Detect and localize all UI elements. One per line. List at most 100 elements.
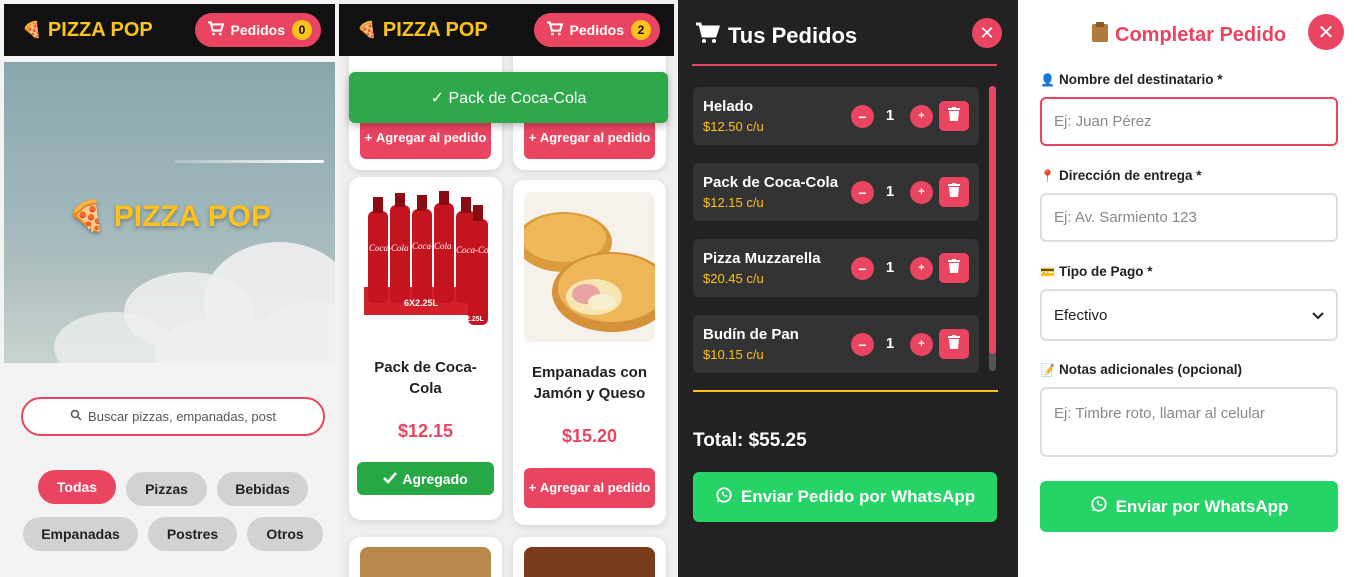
address-field-placeholder: Ej: Av. Sarmiento 123 [1054,209,1197,226]
product-name: Pack de Coca-Cola [374,359,477,397]
memo-icon: 📝 [1040,362,1055,377]
notes-field[interactable]: Ej: Timbre roto, llamar al celular [1040,387,1338,457]
brand-name: PIZZA POP [47,18,153,41]
cart-item-price: $20.45 c/u [703,271,764,286]
decrease-quantity-button[interactable]: − [851,181,874,204]
send-whatsapp-order-button[interactable]: Enviar Pedido por WhatsApp [693,472,997,522]
added-button[interactable]: Agregado [357,462,494,495]
cart-item-name: Pizza Muzzarella [703,250,821,267]
top-bar: 🍕 PIZZA POP Pedidos 2 [339,4,674,56]
product-image [360,547,491,577]
product-price: $12.15 [397,421,454,441]
search-placeholder: Buscar pizzas, empanadas, post [88,409,276,424]
trash-icon [948,334,960,354]
increase-quantity-button[interactable]: + [910,333,933,356]
minus-icon: − [858,184,867,201]
orders-button[interactable]: Pedidos 2 [533,13,660,47]
top-bar: 🍕 PIZZA POP Pedidos 0 [4,4,335,56]
category-chip-todas[interactable]: Todas [38,470,116,504]
send-whatsapp-button[interactable]: Enviar por WhatsApp [1040,481,1338,532]
add-to-order-button[interactable]: + Agregar al pedido [524,117,655,159]
cart-item-price: $12.15 c/u [703,195,764,210]
cart-item-price: $10.15 c/u [703,347,764,362]
divider [692,64,997,66]
pizza-slice-icon: 🍕 [68,200,106,233]
remove-item-button[interactable] [939,101,969,131]
plus-icon: + [918,110,925,122]
cart-item: Helado $12.50 c/u − 1 + [693,87,979,145]
cart-item: Pizza Muzzarella $20.45 c/u − 1 + [693,239,979,297]
check-icon [383,471,398,487]
bottle-brand-label: Coca-Cola [456,245,491,255]
category-chip-pizzas[interactable]: Pizzas [126,472,207,506]
plus-icon: + [528,480,540,495]
address-field[interactable]: Ej: Av. Sarmiento 123 [1040,193,1338,242]
category-chip-postres[interactable]: Postres [148,517,237,551]
hero-contrail [174,160,324,163]
close-icon: ✕ [979,22,995,43]
add-to-order-button[interactable]: + Agregar al pedido [360,117,491,159]
orders-button[interactable]: Pedidos 0 [194,13,321,47]
chevron-down-icon [1312,307,1324,324]
close-icon: ✕ [1317,21,1335,44]
plus-icon: + [918,338,925,350]
brand-logo[interactable]: 🍕 PIZZA POP [22,19,153,42]
whatsapp-icon [1090,495,1108,518]
cart-item-name: Pack de Coca-Cola [703,174,839,191]
orders-label: Pedidos [569,22,624,38]
cart-item: Pack de Coca-Cola $12.15 c/u − 1 + [693,163,979,221]
remove-item-button[interactable] [939,329,969,359]
increase-quantity-button[interactable]: + [910,257,933,280]
clipboard-icon [1091,21,1109,49]
minus-icon: − [858,108,867,125]
cart-icon [207,21,224,39]
orders-count-badge: 0 [292,20,312,40]
close-button[interactable]: ✕ [1308,14,1344,50]
product-price: $15.20 [561,426,618,446]
decrease-quantity-button[interactable]: − [851,333,874,356]
address-field-label: 📍 Dirección de entrega * [1040,168,1202,183]
product-card-empanadas: Empanadas con Jamón y Queso $15.20 + Agr… [513,180,666,525]
plus-icon: + [918,186,925,198]
remove-item-button[interactable] [939,253,969,283]
pin-icon: 📍 [1040,168,1055,183]
divider [693,390,998,392]
payment-type-select[interactable]: Efectivo [1040,289,1338,341]
increase-quantity-button[interactable]: + [910,105,933,128]
remove-item-button[interactable] [939,177,969,207]
bottle-brand-label: Coca-Cola [369,243,409,253]
orders-count-badge: 2 [631,20,651,40]
minus-icon: − [858,260,867,277]
product-image-coca-cola: Coca-Cola Coca-Cola Coca-Cola 6X2.25L 2.… [360,189,491,337]
credit-card-icon: 💳 [1040,264,1055,279]
orders-label: Pedidos [230,22,285,38]
notes-field-placeholder: Ej: Timbre roto, llamar al celular [1054,405,1265,422]
brand-logo[interactable]: 🍕 PIZZA POP [357,19,488,42]
cart-item-quantity: 1 [885,335,895,352]
add-to-order-button[interactable]: + Agregar al pedido [524,468,655,508]
trash-icon [948,106,960,126]
plus-icon: + [918,262,925,274]
drawer-title: Tus Pedidos [694,22,857,50]
cart-item-price: $12.50 c/u [703,119,764,134]
cart-item-quantity: 1 [885,259,895,276]
home-screen: 🍕 PIZZA POP Pedidos 0 🍕 PIZZA POP Buscar… [0,0,339,577]
search-input[interactable]: Buscar pizzas, empanadas, post [21,397,325,436]
decrease-quantity-button[interactable]: − [851,257,874,280]
category-chip-bebidas[interactable]: Bebidas [217,472,308,506]
cart-icon [694,22,721,50]
decrease-quantity-button[interactable]: − [851,105,874,128]
form-title: Completar Pedido [1091,21,1286,49]
scrollbar-thumb[interactable] [989,86,996,354]
person-icon: 👤 [1040,72,1055,87]
category-chip-empanadas[interactable]: Empanadas [23,517,138,551]
increase-quantity-button[interactable]: + [910,181,933,204]
cart-item-quantity: 1 [885,107,895,124]
pizza-slice-icon: 🍕 [22,22,42,39]
close-button[interactable]: ✕ [972,18,1002,48]
orders-drawer: Tus Pedidos ✕ Helado $12.50 c/u − 1 + Pa… [678,0,1018,577]
category-chip-otros[interactable]: Otros [247,517,323,551]
name-field[interactable]: Ej: Juan Pérez [1040,97,1338,146]
pack-size-label: 6X2.25L [404,298,439,308]
bottle-brand-label: Coca-Cola [412,241,452,251]
